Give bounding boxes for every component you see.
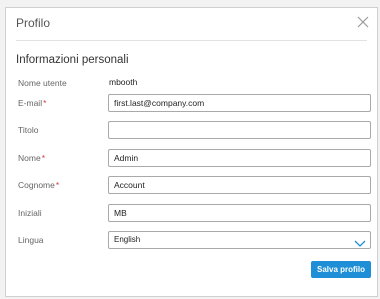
- dialog-title: Profilo: [16, 16, 51, 30]
- cognome-required-mark: *: [55, 180, 60, 190]
- lingua-row: Lingua English: [6, 231, 377, 251]
- titolo-label: Titolo: [18, 125, 39, 135]
- username-label: Nome utente: [18, 78, 67, 88]
- cognome-row: Cognome*: [6, 176, 377, 196]
- profile-dialog: Profilo Informazioni personali Nome uten…: [5, 7, 378, 297]
- language-select[interactable]: English: [108, 231, 371, 249]
- nome-field[interactable]: [108, 149, 371, 167]
- lingua-label: Lingua: [18, 235, 44, 245]
- email-required-mark: *: [43, 98, 47, 108]
- header-divider: [16, 40, 367, 41]
- iniziali-row: Iniziali: [6, 204, 377, 224]
- iniziali-label: Iniziali: [18, 208, 42, 218]
- close-icon[interactable]: [355, 14, 371, 30]
- email-label: E-mail*: [18, 98, 46, 108]
- cognome-label: Cognome*: [18, 180, 59, 190]
- titolo-row: Titolo: [6, 121, 377, 141]
- save-profile-button[interactable]: Salva profilo: [311, 261, 371, 278]
- email-label-text: E-mail: [18, 98, 43, 108]
- username-row: Nome utente mbooth: [6, 74, 377, 94]
- email-row: E-mail*: [6, 94, 377, 114]
- nome-label: Nome*: [18, 153, 45, 163]
- cognome-label-text: Cognome: [18, 180, 55, 190]
- language-select-value: English: [114, 235, 141, 244]
- cognome-field[interactable]: [108, 176, 371, 194]
- nome-row: Nome*: [6, 149, 377, 169]
- email-field[interactable]: [108, 94, 371, 112]
- nome-required-mark: *: [41, 153, 45, 163]
- titolo-field[interactable]: [108, 121, 371, 139]
- chevron-down-icon: [354, 235, 366, 247]
- nome-label-text: Nome: [18, 153, 41, 163]
- iniziali-field[interactable]: [108, 204, 371, 222]
- dialog-header: Profilo: [6, 8, 377, 40]
- section-title: Informazioni personali: [16, 54, 129, 66]
- username-value: mbooth: [109, 77, 138, 87]
